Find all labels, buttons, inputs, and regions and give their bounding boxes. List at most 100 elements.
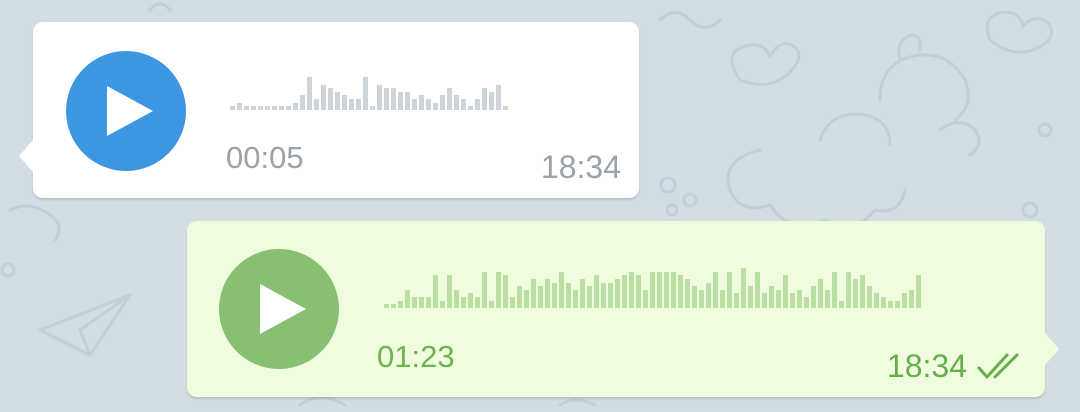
waveform-bar [461,297,466,308]
voice-duration: 00:05 [226,140,304,175]
waveform-bar [468,106,473,110]
waveform-bar [496,272,501,308]
waveform-bar [391,88,396,110]
waveform-bar [678,275,683,308]
waveform-bar [692,286,697,308]
waveform-bar [769,286,774,308]
waveform-bar [580,279,585,308]
waveform-bar [475,99,480,110]
play-icon [107,86,153,136]
waveform-bar [881,297,886,308]
waveform-bar [531,279,536,308]
waveform-bar [825,290,830,308]
waveform-bar [356,99,361,110]
waveform-bar [510,297,515,308]
waveform[interactable] [384,268,923,308]
waveform-bar [797,290,802,308]
waveform-bar [629,272,634,308]
waveform-bar [377,85,382,110]
waveform-bar [293,103,298,110]
waveform-bar [503,275,508,308]
waveform-bar [384,88,389,110]
waveform-bar [685,279,690,308]
waveform-bar [545,279,550,308]
waveform-bar [426,297,431,308]
message-meta: 18:34 [541,149,621,186]
waveform-bar [405,290,410,308]
waveform-bar [720,290,725,308]
waveform-bar [888,301,893,308]
waveform-bar [608,283,613,308]
waveform-bar [286,106,291,110]
waveform[interactable] [230,70,510,110]
waveform-bar [524,290,529,308]
waveform-bar [748,286,753,308]
double-check-icon [977,353,1019,378]
waveform-bar [790,293,795,308]
waveform-bar [391,304,396,308]
waveform-bar [328,88,333,110]
waveform-bar [867,286,872,308]
waveform-bar [734,293,739,308]
bubble-tail [1045,333,1059,365]
waveform-bar [587,286,592,308]
waveform-bar [811,286,816,308]
waveform-bar [853,279,858,308]
waveform-bar [860,275,865,308]
waveform-bar [244,106,249,110]
waveform-bar [482,272,487,308]
waveform-bar [447,88,452,110]
waveform-bar [846,272,851,308]
waveform-bar [496,85,501,110]
waveform-bar [251,106,256,110]
waveform-bar [909,290,914,308]
waveform-bar [713,272,718,308]
waveform-bar [419,95,424,110]
waveform-bar [916,275,921,308]
waveform-bar [237,103,242,110]
waveform-bar [636,275,641,308]
waveform-bar [643,290,648,308]
waveform-bar [839,301,844,308]
waveform-bar [615,279,620,308]
waveform-bar [776,290,781,308]
waveform-bar [902,293,907,308]
waveform-bar [412,297,417,308]
waveform-bar [272,106,277,110]
waveform-bar [699,290,704,308]
waveform-bar [783,275,788,308]
waveform-bar [706,283,711,308]
play-button[interactable] [66,51,186,171]
waveform-bar [398,92,403,110]
waveform-bar [398,301,403,308]
waveform-bar [671,272,676,308]
waveform-bar [454,95,459,110]
waveform-bar [482,88,487,110]
waveform-bar [741,268,746,308]
message-time: 18:34 [886,348,967,384]
incoming-voice-message: 00:05 18:34 [19,22,639,198]
waveform-bar [258,106,263,110]
waveform-bar [349,99,354,110]
waveform-bar [426,99,431,110]
waveform-bar [384,304,389,308]
waveform-bar [321,85,326,110]
waveform-bar [342,95,347,110]
waveform-bar [874,293,879,308]
waveform-bar [475,297,480,308]
waveform-bar [433,103,438,110]
waveform-bar [664,272,669,308]
waveform-bar [440,95,445,110]
waveform-bar [300,95,305,110]
play-button[interactable] [219,249,339,369]
bubble-tail [19,140,33,172]
waveform-bar [230,106,235,110]
waveform-bar [517,286,522,308]
waveform-bar [363,77,368,110]
waveform-bar [832,272,837,308]
waveform-bar [559,272,564,308]
waveform-bar [804,297,809,308]
waveform-bar [755,272,760,308]
waveform-bar [566,283,571,308]
waveform-bar [601,283,606,308]
